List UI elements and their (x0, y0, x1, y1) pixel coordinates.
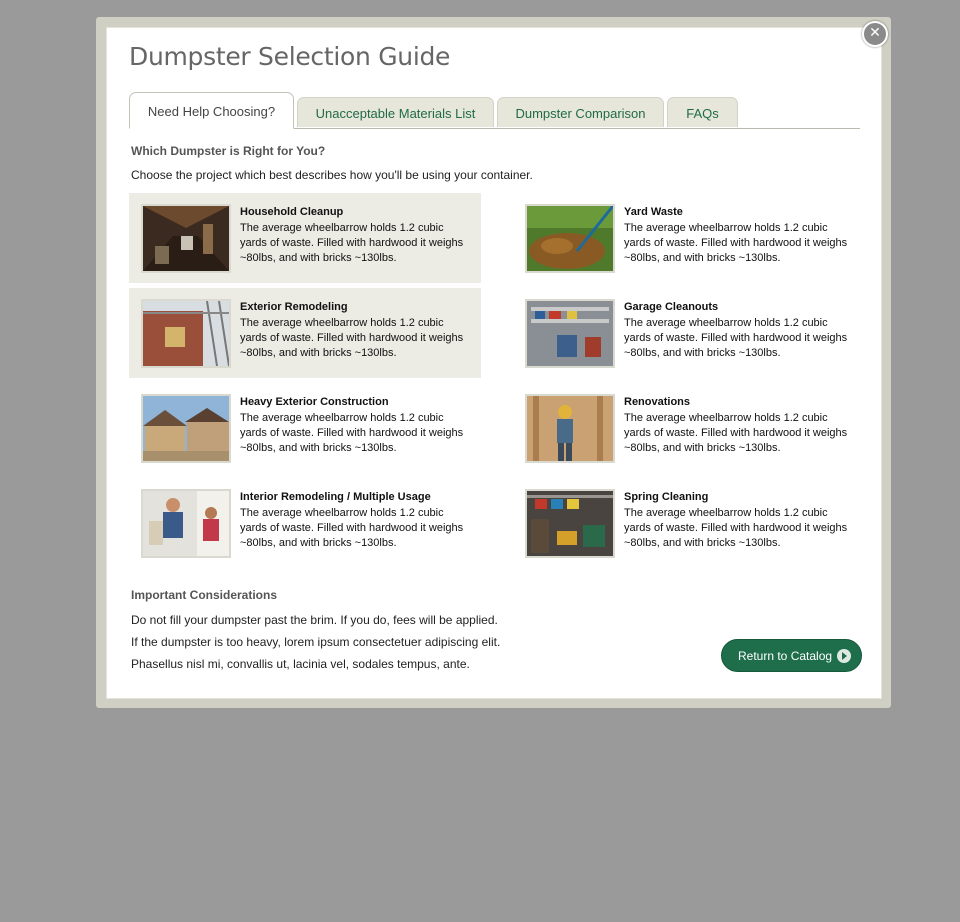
household-cleanup-photo (141, 204, 231, 273)
section-intro: Choose the project which best describes … (131, 168, 533, 182)
project-title: Spring Cleaning (624, 491, 709, 503)
consideration-line: Do not fill your dumpster past the brim.… (131, 613, 498, 627)
close-icon[interactable]: ✕ (862, 21, 888, 47)
project-title: Interior Remodeling / Multiple Usage (240, 491, 431, 503)
project-description: The average wheelbarrow holds 1.2 cubic … (240, 317, 464, 359)
return-to-catalog-label: Return to Catalog (738, 649, 833, 663)
tab-need-help-choosing[interactable]: Need Help Choosing? (129, 92, 294, 129)
modal-frame: Dumpster Selection Guide Need Help Choos… (96, 17, 891, 708)
project-title: Heavy Exterior Construction (240, 396, 389, 408)
consideration-line: If the dumpster is too heavy, lorem ipsu… (131, 635, 501, 649)
project-description: The average wheelbarrow holds 1.2 cubic … (624, 317, 848, 359)
project-card-spring-cleaning[interactable]: Spring Cleaning The average wheelbarrow … (513, 478, 865, 568)
project-description: The average wheelbarrow holds 1.2 cubic … (240, 412, 464, 454)
tab-bar: Need Help Choosing? Unacceptable Materia… (129, 92, 860, 129)
modal-title: Dumpster Selection Guide (129, 42, 451, 71)
project-description: The average wheelbarrow holds 1.2 cubic … (240, 222, 464, 264)
project-title: Garage Cleanouts (624, 301, 719, 313)
project-card-exterior-remodeling[interactable]: Exterior Remodeling The average wheelbar… (129, 288, 481, 378)
section-heading: Which Dumpster is Right for You? (131, 144, 326, 158)
project-title: Yard Waste (624, 206, 683, 218)
garage-cleanouts-photo (525, 299, 615, 368)
dumpster-guide-modal: Dumpster Selection Guide Need Help Choos… (106, 27, 882, 699)
project-description: The average wheelbarrow holds 1.2 cubic … (624, 507, 848, 549)
tab-unacceptable-materials[interactable]: Unacceptable Materials List (297, 97, 494, 127)
project-card-heavy-exterior-construction[interactable]: Heavy Exterior Construction The average … (129, 383, 481, 473)
tab-faqs[interactable]: FAQs (667, 97, 738, 127)
return-to-catalog-button[interactable]: Return to Catalog (721, 639, 862, 672)
tab-dumpster-comparison[interactable]: Dumpster Comparison (497, 97, 664, 127)
project-card-household-cleanup[interactable]: Household Cleanup The average wheelbarro… (129, 193, 481, 283)
heavy-exterior-construction-photo (141, 394, 231, 463)
arrow-right-icon (837, 649, 851, 663)
project-title: Renovations (624, 396, 691, 408)
renovations-photo (525, 394, 615, 463)
consideration-line: Phasellus nisl mi, convallis ut, lacinia… (131, 657, 470, 671)
project-card-interior-remodeling[interactable]: Interior Remodeling / Multiple Usage The… (129, 478, 481, 568)
project-card-renovations[interactable]: Renovations The average wheelbarrow hold… (513, 383, 865, 473)
project-title: Household Cleanup (240, 206, 344, 218)
project-description: The average wheelbarrow holds 1.2 cubic … (624, 222, 848, 264)
spring-cleaning-photo (525, 489, 615, 558)
project-description: The average wheelbarrow holds 1.2 cubic … (240, 507, 464, 549)
yard-waste-photo (525, 204, 615, 273)
interior-remodeling-photo (141, 489, 231, 558)
project-card-garage-cleanouts[interactable]: Garage Cleanouts The average wheelbarrow… (513, 288, 865, 378)
project-title: Exterior Remodeling (240, 301, 348, 313)
project-description: The average wheelbarrow holds 1.2 cubic … (624, 412, 848, 454)
considerations-heading: Important Considerations (131, 588, 278, 602)
exterior-remodeling-photo (141, 299, 231, 368)
project-card-yard-waste[interactable]: Yard Waste The average wheelbarrow holds… (513, 193, 865, 283)
